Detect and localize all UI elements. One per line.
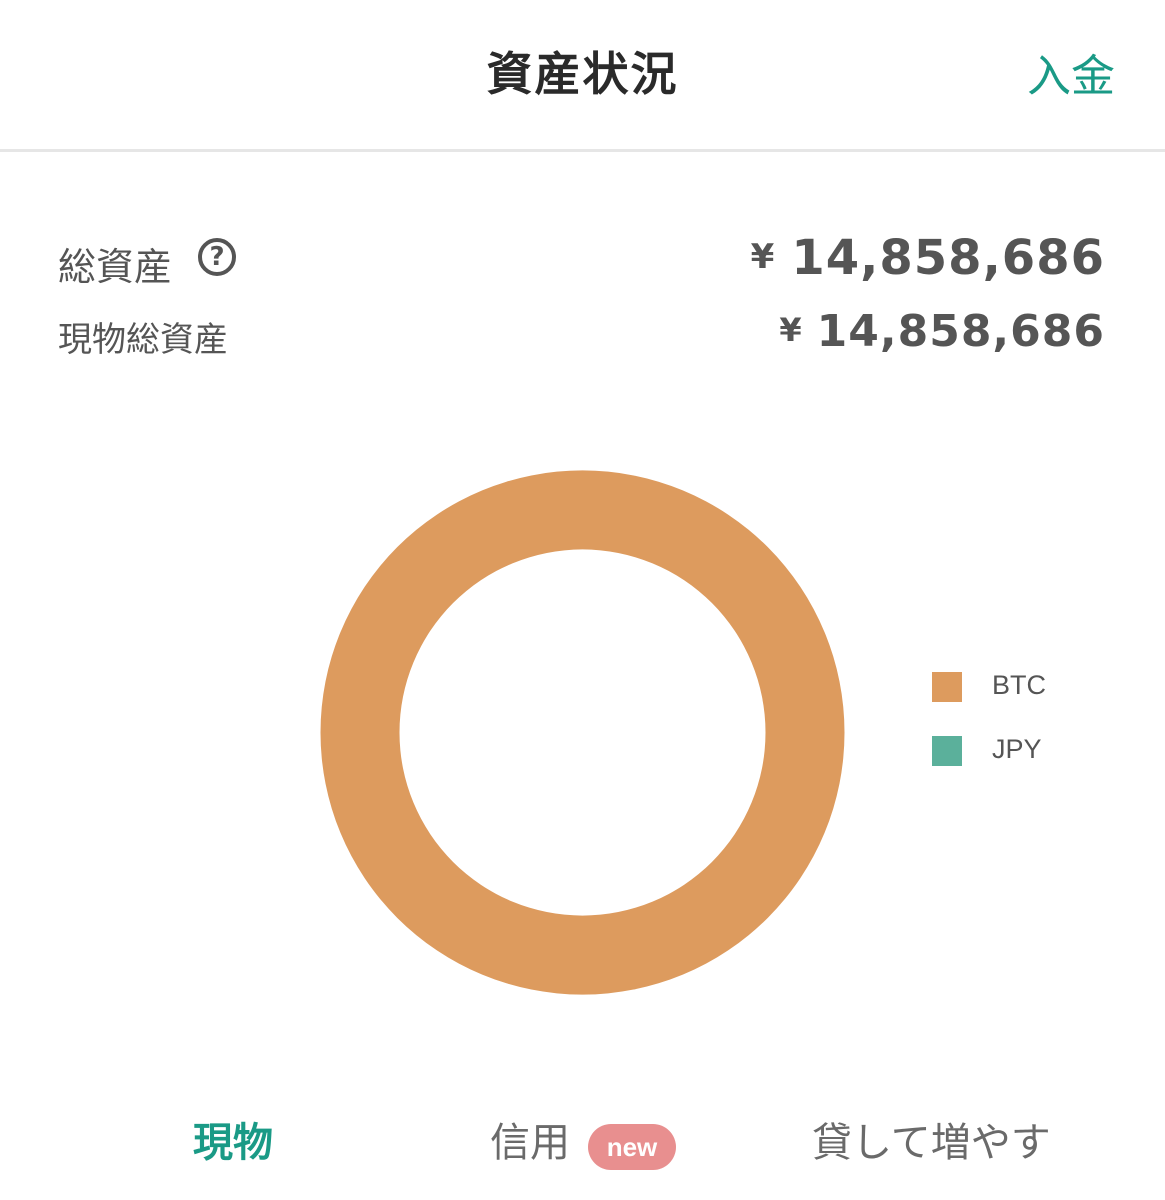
currency-symbol: ¥ [750, 237, 776, 277]
total-assets-amount: 14,858,686 [791, 230, 1105, 286]
tab-lending[interactable]: 貸して増やす [812, 1110, 1051, 1168]
new-badge: new [588, 1124, 676, 1170]
currency-symbol: ¥ [779, 311, 803, 349]
spot-assets-amount: 14,858,686 [816, 306, 1105, 357]
spot-assets-value: ¥14,858,686 [779, 306, 1105, 357]
donut-slice-btc [320, 470, 845, 995]
tab-spot[interactable]: 現物 [193, 1110, 273, 1168]
total-assets-label: 総資産 [58, 245, 173, 289]
legend-swatch [932, 736, 962, 766]
asset-tabs: 現物 信用 new 貸して増やす [0, 1110, 1165, 1180]
legend-label: JPY [992, 734, 1042, 764]
asset-donut-chart [320, 470, 845, 995]
spot-assets-label: 現物総資産 [58, 320, 228, 360]
total-assets-value: ¥14,858,686 [751, 230, 1105, 286]
app-header: 資産状況 入金 [0, 0, 1165, 152]
spot-assets-row: 現物総資産 ¥14,858,686 [58, 306, 1105, 362]
total-assets-row: 総資産 ? ¥14,858,686 [58, 230, 1105, 289]
deposit-button[interactable]: 入金 [1027, 40, 1115, 104]
page-title: 資産状況 [486, 47, 679, 101]
legend-swatch [932, 672, 962, 702]
tab-margin[interactable]: 信用 [490, 1110, 570, 1168]
legend-label: BTC [992, 670, 1046, 700]
help-circle-icon[interactable]: ? [198, 238, 236, 276]
